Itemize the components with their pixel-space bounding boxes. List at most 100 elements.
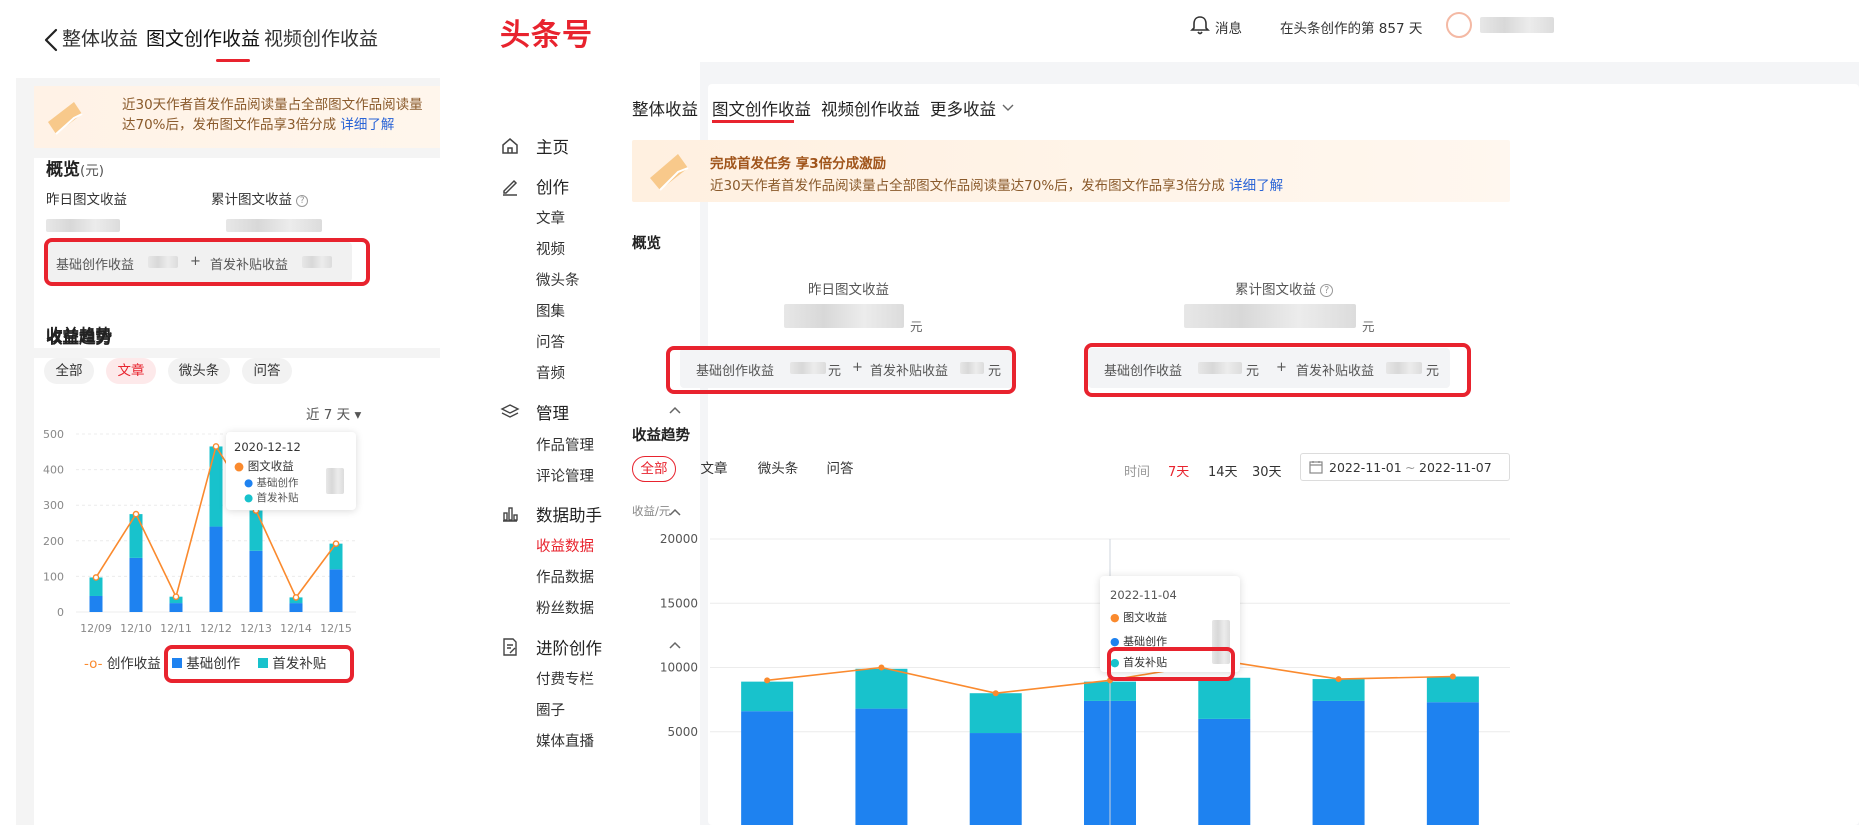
mobile-banner-link[interactable]: 详细了解 xyxy=(340,117,394,133)
line-point xyxy=(878,664,885,671)
nav-data-assistant-label: 数据助手 xyxy=(536,506,602,525)
mobile-overview-title: 概览(元) xyxy=(46,160,105,180)
bar-basic xyxy=(1198,718,1251,825)
mobile-top-bar: 整体收益 图文创作收益 视频创作收益 xyxy=(16,0,440,78)
avatar[interactable] xyxy=(1446,12,1472,38)
tab-overall[interactable]: 整体收益 xyxy=(632,96,698,120)
mobile-legend-line[interactable]: -o- 创作收益 xyxy=(84,652,161,672)
bar-basic xyxy=(1312,700,1365,825)
filter-all[interactable]: 全部 xyxy=(632,456,676,482)
help-icon[interactable]: ? xyxy=(1320,284,1334,297)
bar-basic xyxy=(1426,702,1479,825)
date-to: 2022-11-07 xyxy=(1419,460,1492,475)
highlight-box xyxy=(44,238,370,286)
bar-subsidy xyxy=(1198,677,1251,719)
bar-basic xyxy=(289,603,303,612)
nav-comments-manage[interactable]: 评论管理 xyxy=(536,465,594,486)
range-14-days[interactable]: 14天 xyxy=(1208,461,1238,480)
mobile-filter-qa[interactable]: 问答 xyxy=(242,358,292,384)
edit-doc-icon xyxy=(503,638,517,656)
mobile-banner-text: 近30天作者首发作品阅读量占全部图文作品阅读量达70%后，发布图文作品享3倍分成… xyxy=(122,97,423,133)
bar-basic xyxy=(741,711,794,825)
nav-qa[interactable]: 问答 xyxy=(536,331,565,352)
line-point xyxy=(92,574,100,581)
x-tick-label: 12/11 xyxy=(160,622,192,635)
nav-live[interactable]: 媒体直播 xyxy=(536,730,594,751)
mobile-filter-microblog[interactable]: 微头条 xyxy=(168,358,230,384)
mobile-filter-article[interactable]: 文章 xyxy=(106,358,156,384)
total-income-label: 累计图文收益 ? xyxy=(1235,278,1334,298)
desktop-trend-chart: 20000 15000 10000 5000 xyxy=(660,532,1510,825)
mobile-yesterday-label: 昨日图文收益 xyxy=(46,192,127,208)
mobile-filter-all[interactable]: 全部 xyxy=(44,358,94,384)
username-blurred[interactable] xyxy=(1480,17,1554,33)
toutiao-logo[interactable]: 头条号 xyxy=(500,10,593,54)
filter-qa[interactable]: 问答 xyxy=(818,456,862,482)
line-point xyxy=(1335,676,1342,683)
total-income-value-blurred xyxy=(1184,304,1356,328)
mobile-trend-heading: 收益趋势 xyxy=(46,328,112,347)
bar-basic xyxy=(89,595,103,612)
bar-subsidy xyxy=(1312,679,1365,701)
banner-learn-more-link[interactable]: 详细了解 xyxy=(1229,178,1283,194)
nav-article[interactable]: 文章 xyxy=(536,207,565,228)
nav-circle[interactable]: 圈子 xyxy=(536,699,565,720)
calendar-icon xyxy=(1309,461,1323,474)
x-tick-label: 12/13 xyxy=(240,622,272,635)
nav-audio[interactable]: 音频 xyxy=(536,362,565,383)
desktop-tooltip-date: 2022-11-04 xyxy=(1110,588,1177,602)
range-30-days[interactable]: 30天 xyxy=(1252,461,1282,480)
y-tick-label: 5000 xyxy=(667,725,698,739)
nav-microblog[interactable]: 微头条 xyxy=(536,269,580,290)
line-point xyxy=(332,540,340,547)
help-icon[interactable]: ? xyxy=(296,195,309,207)
paper-fold-icon xyxy=(650,154,689,191)
nav-works-manage[interactable]: 作品管理 xyxy=(536,434,594,455)
bar-basic xyxy=(969,733,1022,825)
total-income-unit: 元 xyxy=(1362,319,1375,334)
date-range-picker[interactable]: 2022-11-01 ~ 2022-11-07 xyxy=(1300,453,1510,481)
y-tick-label: 400 xyxy=(43,464,64,477)
bar-subsidy xyxy=(741,681,794,712)
tab-underline xyxy=(712,120,794,123)
bar-basic xyxy=(329,569,343,612)
mobile-tab-overall[interactable]: 整体收益 xyxy=(62,24,138,51)
layers-icon xyxy=(500,404,520,418)
highlight-box xyxy=(666,346,1016,394)
mobile-panel: 整体收益 图文创作收益 视频创作收益 近30天作者首发作品阅读量占全部图文作品阅… xyxy=(16,0,440,825)
tab-video-income[interactable]: 视频创作收益 xyxy=(821,96,920,120)
chevron-up-icon[interactable] xyxy=(668,404,682,418)
nav-gallery[interactable]: 图集 xyxy=(536,300,565,321)
line-point xyxy=(1449,673,1456,680)
time-label: 时间 xyxy=(1124,465,1151,480)
nav-advanced-label: 进阶创作 xyxy=(536,639,602,658)
y-tick-label: 200 xyxy=(43,535,64,548)
mobile-tab-video-income[interactable]: 视频创作收益 xyxy=(264,24,378,51)
messages-link[interactable]: 消息 xyxy=(1215,17,1242,37)
x-tick-label: 12/09 xyxy=(80,622,112,635)
x-tick-label: 12/12 xyxy=(200,622,232,635)
banner-text: 近30天作者首发作品阅读量占全部图文作品阅读量达70%后，发布图文作品享3倍分成… xyxy=(710,178,1284,194)
nav-income-data[interactable]: 收益数据 xyxy=(536,535,594,556)
yesterday-income-value-blurred xyxy=(784,304,904,328)
promo-banner: 完成首发任务 享3倍分成激励 近30天作者首发作品阅读量占全部图文作品阅读量达7… xyxy=(632,140,1510,202)
highlight-box xyxy=(1107,647,1235,681)
bar-subsidy xyxy=(209,446,223,527)
nav-fans-data[interactable]: 粉丝数据 xyxy=(536,597,594,618)
bar-subsidy xyxy=(855,668,908,709)
filter-article[interactable]: 文章 xyxy=(692,456,736,482)
bar-basic xyxy=(855,708,908,825)
range-7-days[interactable]: 7天 xyxy=(1168,461,1189,480)
pen-icon xyxy=(503,179,518,196)
filter-microblog[interactable]: 微头条 xyxy=(750,456,806,482)
x-tick-label: 12/15 xyxy=(320,622,352,635)
y-tick-label: 0 xyxy=(57,606,64,619)
mobile-tab-article-income[interactable]: 图文创作收益 xyxy=(146,24,260,51)
mobile-promo-banner: 近30天作者首发作品阅读量占全部图文作品阅读量达70%后，发布图文作品享3倍分成… xyxy=(34,86,440,148)
nav-paid-column[interactable]: 付费专栏 xyxy=(536,668,594,689)
tab-article-income[interactable]: 图文创作收益 xyxy=(712,96,811,120)
bell-icon[interactable] xyxy=(1189,14,1211,36)
nav-works-data[interactable]: 作品数据 xyxy=(536,566,594,587)
tab-more-income[interactable]: 更多收益 xyxy=(930,96,1015,120)
nav-video[interactable]: 视频 xyxy=(536,238,565,259)
